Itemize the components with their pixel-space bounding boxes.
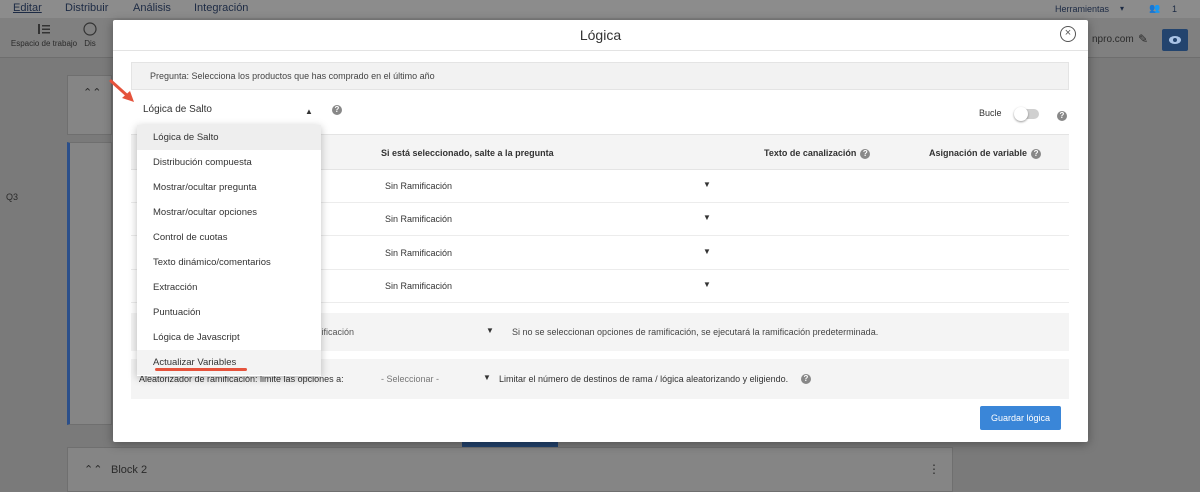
col-variable-assignment: Asignación de variable?: [929, 148, 1042, 159]
randomizer-hint: Limitar el número de destinos de rama / …: [499, 374, 789, 384]
col-piping-text: Texto de canalización?: [764, 148, 871, 159]
question-id: Q3: [6, 192, 19, 202]
caret-down-icon[interactable]: ▼: [486, 326, 494, 335]
caret-down-icon[interactable]: ▼: [703, 247, 711, 256]
annotation-arrow-icon: [109, 79, 134, 102]
dropdown-option[interactable]: Lógica de Javascript: [137, 325, 321, 350]
caret-down-icon[interactable]: ▼: [703, 213, 711, 222]
help-icon[interactable]: ?: [860, 148, 871, 159]
caret-down-icon[interactable]: ▼: [703, 180, 711, 189]
save-logic-button[interactable]: Guardar lógica: [980, 406, 1061, 430]
dropdown-option[interactable]: Distribución compuesta: [137, 150, 321, 175]
dropdown-option[interactable]: Actualizar Variables: [137, 350, 321, 375]
preview-button[interactable]: [1162, 29, 1188, 51]
col-skip-to: Si está seleccionado, salte a la pregunt…: [381, 148, 554, 158]
bg-block-2: [67, 447, 953, 492]
pencil-icon[interactable]: ✎: [1138, 32, 1148, 46]
logic-type-dropdown: Lógica de Salto Distribución compuesta M…: [137, 125, 321, 376]
question-label: Pregunta: Selecciona los productos que h…: [150, 71, 435, 81]
branch-select[interactable]: Sin Ramificación: [385, 181, 452, 191]
domain-text: npro.com: [1092, 34, 1134, 45]
col-skip-to-label: Si está seleccionado, salte a la pregunt…: [381, 148, 554, 158]
branch-select[interactable]: Sin Ramificación: [385, 214, 452, 224]
close-icon[interactable]: ×: [1060, 26, 1076, 42]
col-variable-assignment-label: Asignación de variable: [929, 148, 1028, 158]
help-icon[interactable]: ?: [1031, 148, 1042, 159]
default-branch-hint: Si no se seleccionan opciones de ramific…: [512, 327, 879, 337]
nav-distribuir[interactable]: Distribuir: [65, 2, 108, 14]
help-icon[interactable]: ?: [332, 105, 342, 115]
tools-menu[interactable]: Herramientas: [1055, 4, 1109, 14]
annotation-underline: [155, 368, 247, 371]
help-icon[interactable]: ?: [1057, 111, 1067, 121]
bucle-toggle[interactable]: [1014, 107, 1039, 121]
dropdown-option[interactable]: Mostrar/ocultar pregunta: [137, 175, 321, 200]
app-top-nav: Editar Distribuir Análisis Integración H…: [0, 0, 1200, 18]
bg-add-button: [462, 442, 558, 447]
dropdown-option[interactable]: Mostrar/ocultar opciones: [137, 200, 321, 225]
col-piping-text-label: Texto de canalización: [764, 148, 857, 158]
design-tool[interactable]: Dis: [70, 22, 110, 48]
design-label: Dis: [84, 39, 96, 48]
dropdown-option[interactable]: Control de cuotas: [137, 225, 321, 250]
palette-icon: [83, 22, 97, 36]
help-icon[interactable]: ?: [801, 374, 811, 384]
eye-icon: [1169, 36, 1181, 44]
workspace-label: Espacio de trabajo: [10, 39, 78, 48]
user-count: 1: [1172, 4, 1178, 14]
branch-select[interactable]: Sin Ramificación: [385, 281, 452, 291]
modal-title: Lógica: [579, 27, 622, 43]
bg-question-card: [67, 142, 112, 425]
nav-integracion[interactable]: Integración: [194, 2, 248, 14]
collapse-icon[interactable]: ⌃⌃: [83, 86, 101, 99]
dropdown-option[interactable]: Puntuación: [137, 300, 321, 325]
question-bar: Pregunta: Selecciona los productos que h…: [131, 62, 1069, 90]
logic-type-value: Lógica de Salto: [143, 104, 212, 115]
toggle-knob: [1014, 107, 1028, 121]
caret-down-icon[interactable]: ▼: [483, 373, 491, 382]
modal-header: Lógica ×: [113, 20, 1088, 51]
dropdown-option[interactable]: Lógica de Salto: [137, 125, 321, 150]
branch-select[interactable]: Sin Ramificación: [385, 248, 452, 258]
workspace-icon: [38, 24, 50, 34]
logic-type-select[interactable]: Lógica de Salto ▲: [143, 104, 313, 122]
nav-editar[interactable]: Editar: [13, 2, 42, 14]
dropdown-option[interactable]: Texto dinámico/comentarios: [137, 250, 321, 275]
randomizer-select[interactable]: - Seleccionar -: [381, 374, 439, 384]
bucle-label: Bucle: [979, 108, 1002, 118]
caret-down-icon[interactable]: ▼: [703, 280, 711, 289]
users-icon[interactable]: 👥: [1149, 3, 1160, 14]
nav-analisis[interactable]: Análisis: [133, 2, 171, 14]
chevron-down-icon: ▾: [1120, 4, 1125, 13]
caret-up-icon: ▲: [305, 107, 313, 116]
more-vertical-icon[interactable]: ⋮: [928, 462, 940, 476]
dropdown-option[interactable]: Extracción: [137, 275, 321, 300]
block-2-title: Block 2: [111, 464, 148, 476]
collapse-icon[interactable]: ⌃⌃: [84, 463, 102, 476]
bg-block-header: [67, 75, 112, 135]
